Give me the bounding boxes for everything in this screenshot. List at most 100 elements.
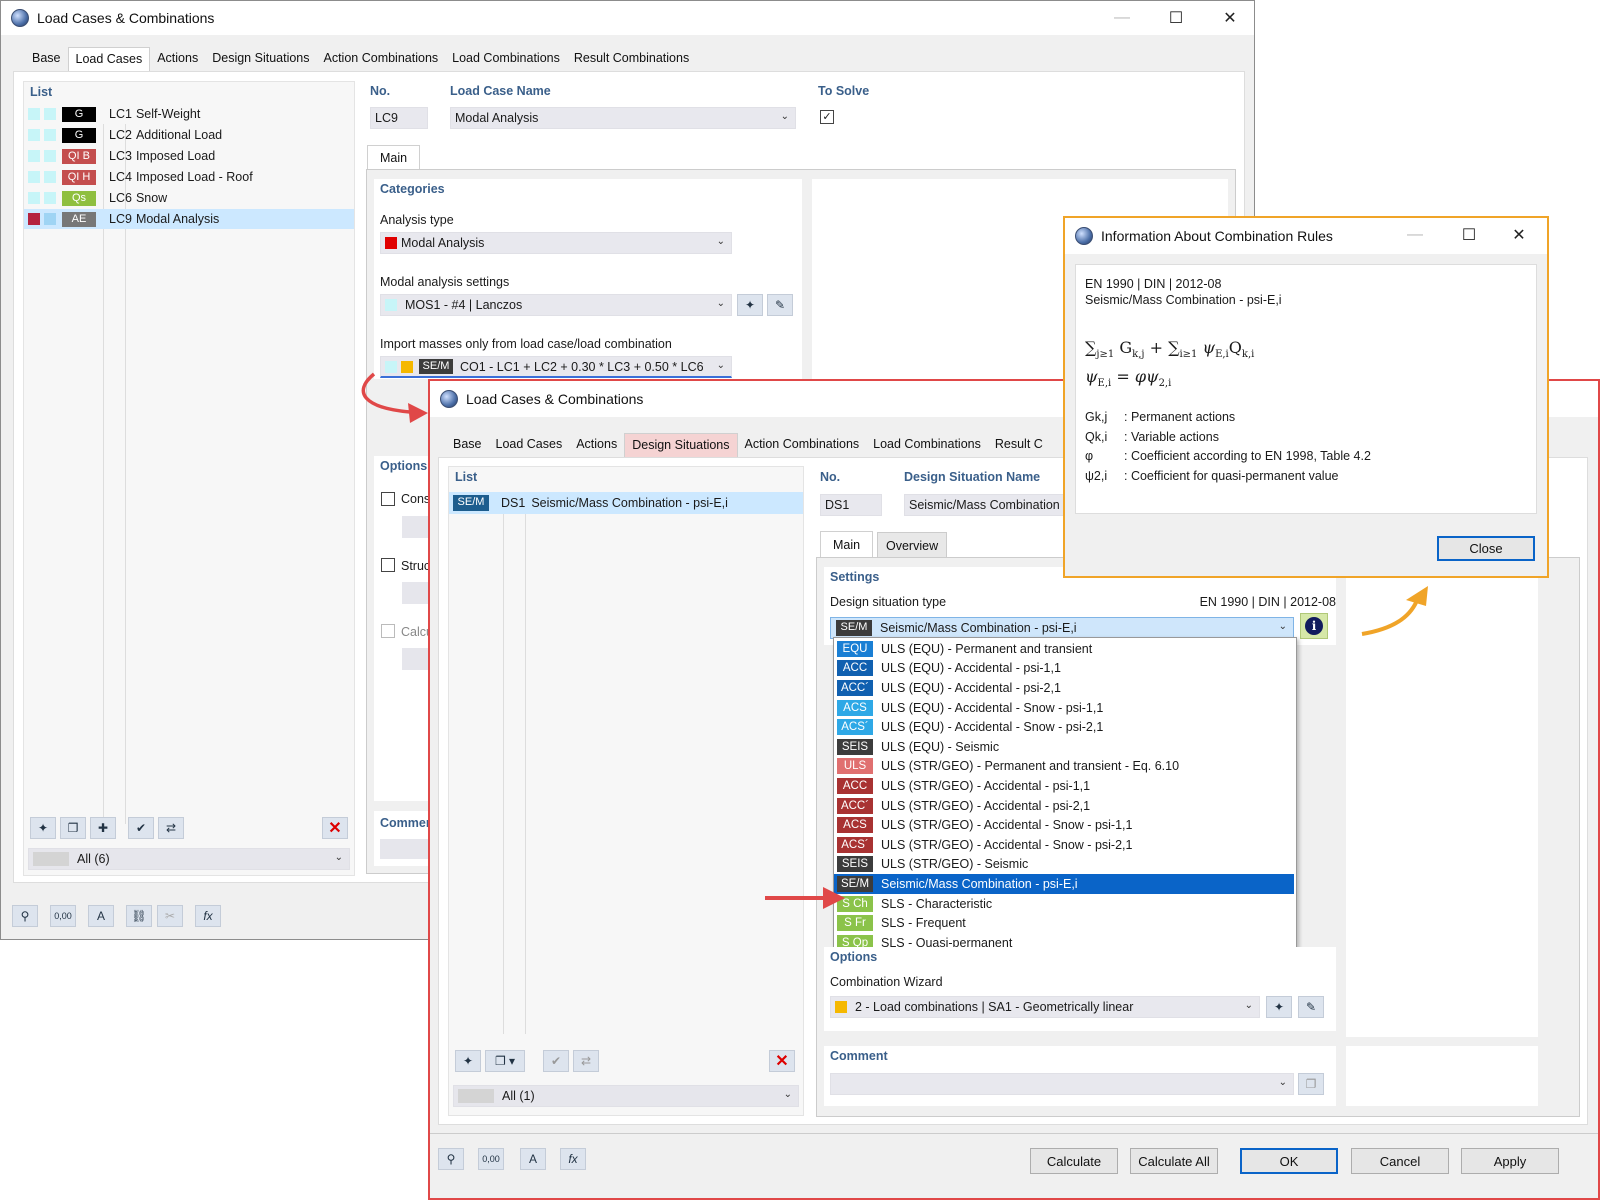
dropdown-option[interactable]: SE/MSeismic/Mass Combination - psi-E,i xyxy=(834,874,1294,894)
wizard-select[interactable]: 2 - Load combinations | SA1 - Geometrica… xyxy=(830,996,1260,1018)
close-icon[interactable]: ✕ xyxy=(1208,1,1252,35)
comment-field[interactable]: ⌄ xyxy=(830,1073,1294,1095)
check-all-icon[interactable]: ✔ xyxy=(543,1050,569,1072)
new-settings-icon[interactable]: ✦ xyxy=(737,294,763,316)
tab-result-combinations[interactable]: Result C xyxy=(988,433,1050,457)
filter-select[interactable]: All (1) ⌄ xyxy=(453,1085,799,1107)
import-select[interactable]: SE/M CO1 - LC1 + LC2 + 0.30 * LC3 + 0.50… xyxy=(380,356,732,378)
apply-button[interactable]: Apply xyxy=(1461,1148,1559,1174)
help-icon[interactable]: ⚲ xyxy=(438,1148,464,1170)
units-icon[interactable]: 0,00 xyxy=(50,905,76,927)
comment-field[interactable] xyxy=(380,839,434,859)
tab-load-combinations[interactable]: Load Combinations xyxy=(866,433,988,457)
unlink-icon[interactable]: ✂ xyxy=(157,905,183,927)
dropdown-option[interactable]: ACSULS (STR/GEO) - Accidental - Snow - p… xyxy=(834,815,1294,835)
edit-wizard-icon[interactable]: ✎ xyxy=(1298,996,1324,1018)
delete-icon[interactable]: ✕ xyxy=(322,817,348,839)
dropdown-option[interactable]: ACS´ULS (EQU) - Accidental - Snow - psi-… xyxy=(834,717,1294,737)
tab-base[interactable]: Base xyxy=(446,433,489,457)
color-swatch xyxy=(28,171,40,183)
formula-icon[interactable]: fx xyxy=(560,1148,586,1170)
option-checkbox-2[interactable] xyxy=(381,558,395,572)
add-icon[interactable]: ✚ xyxy=(90,817,116,839)
uncheck-all-icon[interactable]: ⇄ xyxy=(158,817,184,839)
text-format-icon[interactable]: A xyxy=(520,1148,546,1170)
dropdown-option[interactable]: SEISULS (EQU) - Seismic xyxy=(834,737,1294,757)
dropdown-option[interactable]: ACS´ULS (STR/GEO) - Accidental - Snow - … xyxy=(834,835,1294,855)
dropdown-option[interactable]: ACCULS (STR/GEO) - Accidental - psi-1,1 xyxy=(834,776,1294,796)
dropdown-option[interactable]: ACSULS (EQU) - Accidental - Snow - psi-1… xyxy=(834,698,1294,718)
modal-settings-select[interactable]: MOS1 - #4 | Lanczos ⌄ xyxy=(380,294,732,316)
list-item[interactable]: GLC2Additional Load xyxy=(24,125,354,145)
copy-item-icon[interactable]: ❐ ▾ xyxy=(485,1050,525,1072)
tab-load-cases[interactable]: Load Cases xyxy=(489,433,570,457)
tab-actions[interactable]: Actions xyxy=(569,433,624,457)
tab-action-combinations[interactable]: Action Combinations xyxy=(738,433,867,457)
calculate-all-button[interactable]: Calculate All xyxy=(1130,1148,1218,1174)
tab-result-combinations[interactable]: Result Combinations xyxy=(567,47,696,71)
maximize-icon[interactable]: ☐ xyxy=(1154,1,1198,35)
minimize-icon[interactable]: — xyxy=(1393,218,1437,252)
cancel-button[interactable]: Cancel xyxy=(1351,1148,1449,1174)
list-item-id: DS1 xyxy=(501,496,525,510)
info-button[interactable]: i xyxy=(1300,613,1328,639)
uncheck-all-icon[interactable]: ⇄ xyxy=(573,1050,599,1072)
close-button[interactable]: Close xyxy=(1437,536,1535,561)
tab-base[interactable]: Base xyxy=(25,47,68,71)
copy-item-icon[interactable]: ❐ xyxy=(60,817,86,839)
list-item[interactable]: AELC9Modal Analysis xyxy=(24,209,354,229)
tab-actions[interactable]: Actions xyxy=(150,47,205,71)
tab-load-combinations[interactable]: Load Combinations xyxy=(445,47,567,71)
close-icon[interactable]: ✕ xyxy=(1497,218,1541,252)
new-item-icon[interactable]: ✦ xyxy=(30,817,56,839)
number-field[interactable]: LC9 xyxy=(370,107,428,129)
dropdown-option[interactable]: EQUULS (EQU) - Permanent and transient xyxy=(834,639,1294,659)
list-item[interactable]: QI HLC4Imposed Load - Roof xyxy=(24,167,354,187)
tab-design-situations[interactable]: Design Situations xyxy=(205,47,316,71)
comment-library-icon[interactable]: ❐ xyxy=(1298,1073,1324,1095)
dropdown-option[interactable]: SEISULS (STR/GEO) - Seismic xyxy=(834,855,1294,875)
filter-select[interactable]: All (6) ⌄ xyxy=(28,848,350,870)
tab-design-situations[interactable]: Design Situations xyxy=(624,433,737,457)
calculate-button[interactable]: Calculate xyxy=(1030,1148,1118,1174)
list-item[interactable]: QI BLC3Imposed Load xyxy=(24,146,354,166)
dropdown-option[interactable]: ACC´ULS (EQU) - Accidental - psi-2,1 xyxy=(834,678,1294,698)
design-situation-dropdown[interactable]: EQUULS (EQU) - Permanent and transientAC… xyxy=(833,637,1297,953)
subtab-main[interactable]: Main xyxy=(820,531,873,558)
maximize-icon[interactable]: ☐ xyxy=(1447,218,1491,252)
dropdown-option[interactable]: ULSULS (STR/GEO) - Permanent and transie… xyxy=(834,757,1294,777)
units-icon[interactable]: 0,00 xyxy=(478,1148,504,1170)
tab-action-combinations[interactable]: Action Combinations xyxy=(317,47,446,71)
check-all-icon[interactable]: ✔ xyxy=(128,817,154,839)
number-field[interactable]: DS1 xyxy=(820,494,882,516)
new-wizard-icon[interactable]: ✦ xyxy=(1266,996,1292,1018)
minimize-icon[interactable]: — xyxy=(1100,1,1144,35)
subtab-main[interactable]: Main xyxy=(367,145,420,170)
help-icon[interactable]: ⚲ xyxy=(12,905,38,927)
name-field[interactable]: Seismic/Mass Combination xyxy=(904,494,1068,516)
option-checkbox-1[interactable] xyxy=(381,492,395,506)
option-checkbox-3[interactable] xyxy=(381,624,395,638)
dropdown-option[interactable]: ACC´ULS (STR/GEO) - Accidental - psi-2,1 xyxy=(834,796,1294,816)
solve-checkbox[interactable]: ✓ xyxy=(820,110,834,124)
list-item[interactable]: SE/M DS1 Seismic/Mass Combination - psi-… xyxy=(449,492,803,514)
ok-button[interactable]: OK xyxy=(1240,1148,1338,1174)
dropdown-option[interactable]: S ChSLS - Characteristic xyxy=(834,894,1294,914)
design-situation-select[interactable]: SE/M Seismic/Mass Combination - psi-E,i … xyxy=(830,617,1294,639)
dropdown-option[interactable]: ACCULS (EQU) - Accidental - psi-1,1 xyxy=(834,659,1294,679)
name-field[interactable]: Modal Analysis ⌄ xyxy=(450,107,796,129)
new-item-icon[interactable]: ✦ xyxy=(455,1050,481,1072)
tab-load-cases[interactable]: Load Cases xyxy=(68,47,151,71)
edit-settings-icon[interactable]: ✎ xyxy=(767,294,793,316)
text-format-icon[interactable]: A xyxy=(88,905,114,927)
subtab-overview[interactable]: Overview xyxy=(877,532,947,560)
delete-icon[interactable]: ✕ xyxy=(769,1050,795,1072)
modal-swatch xyxy=(385,299,397,311)
list-item[interactable]: GLC1Self-Weight xyxy=(24,104,354,124)
list-item[interactable]: QsLC6Snow xyxy=(24,188,354,208)
link-icon[interactable]: ⛓ xyxy=(126,905,152,927)
dropdown-option[interactable]: S FrSLS - Frequent xyxy=(834,913,1294,933)
formula-icon[interactable]: fx xyxy=(195,905,221,927)
option-badge: ULS xyxy=(837,758,873,774)
analysis-type-select[interactable]: Modal Analysis ⌄ xyxy=(380,232,732,254)
